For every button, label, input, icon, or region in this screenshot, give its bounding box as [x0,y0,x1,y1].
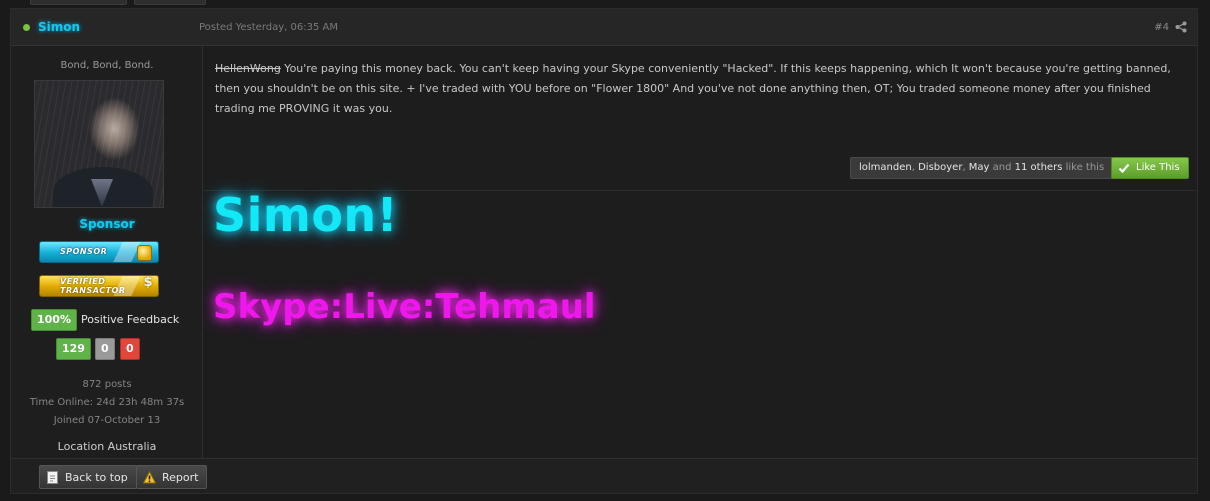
like-button[interactable]: Like This [1111,157,1189,179]
user-info-column: Bond, Bond, Bond. Sponsor SPONSOR VERIFI… [11,46,203,458]
message-text: You're paying this money back. You can't… [215,62,1171,115]
sponsor-badge: SPONSOR [39,241,159,263]
post-count: 872 posts [82,379,132,390]
like-button-label: Like This [1136,162,1180,173]
liker-link[interactable]: May [969,162,990,173]
liker-link[interactable]: Disboyer [918,162,962,173]
post-message: HellenWong You're paying this money back… [215,59,1185,119]
liker-link[interactable]: lolmanden [859,162,912,173]
likes-suffix: like this [1062,162,1105,173]
feedback-counts: 129 0 0 [11,338,203,360]
user-rank: Sponsor [79,217,135,231]
previous-post-edge [0,0,1210,8]
positive-feedback-count[interactable]: 129 [56,338,91,360]
dollar-icon: $ [143,275,153,290]
feedback-label: Positive Feedback [81,313,180,326]
user-avatar[interactable] [34,80,164,208]
verified-transactor-badge: VERIFIED TRANSACTOR $ [39,275,159,297]
back-to-top-icon [47,471,58,484]
report-button[interactable]: Report [136,465,208,489]
back-to-top-button[interactable]: Back to top [39,465,137,489]
warning-icon [143,471,156,484]
post-header: Simon Posted Yesterday, 06:35 AM #4 [11,9,1197,46]
likes-others-link[interactable]: 11 others [1015,162,1063,173]
previous-post-button-edge[interactable] [134,0,206,5]
online-status-icon [23,24,30,31]
signature-line-1: Simon! [213,188,399,242]
sponsor-badge-label: SPONSOR [60,247,108,256]
post-footer: Back to top Report [11,458,1197,493]
likes-and: and [989,162,1015,173]
previous-post-button-edge[interactable] [30,0,127,5]
quoted-username-link[interactable]: HellenWong [215,62,281,75]
check-icon [1118,163,1130,174]
author-name-link[interactable]: Simon [38,20,80,34]
user-title: Bond, Bond, Bond. [60,60,154,71]
post-number-link[interactable]: #4 [1154,22,1169,33]
signature-line-2: Skype:Live:Tehmaul [213,287,596,327]
share-icon[interactable] [1175,21,1187,33]
post-content: HellenWong You're paying this money back… [203,46,1197,458]
back-to-top-label: Back to top [65,471,128,484]
feedback-summary: 100% Positive Feedback [31,309,191,331]
negative-feedback-count[interactable]: 0 [120,338,140,360]
report-label: Report [162,471,199,484]
forum-post: Simon Posted Yesterday, 06:35 AM #4 Bond… [10,8,1198,494]
post-date: Posted Yesterday, 06:35 AM [199,22,338,33]
feedback-percentage[interactable]: 100% [31,309,77,331]
user-location: Location Australia [57,440,157,453]
likes-summary: lolmanden, Disboyer, May and 11 others l… [850,157,1114,179]
time-online: Time Online: 24d 23h 48m 37s [29,397,185,408]
join-date: Joined 07-October 13 [53,415,161,426]
neutral-feedback-count[interactable]: 0 [95,338,115,360]
coins-icon [137,245,152,261]
